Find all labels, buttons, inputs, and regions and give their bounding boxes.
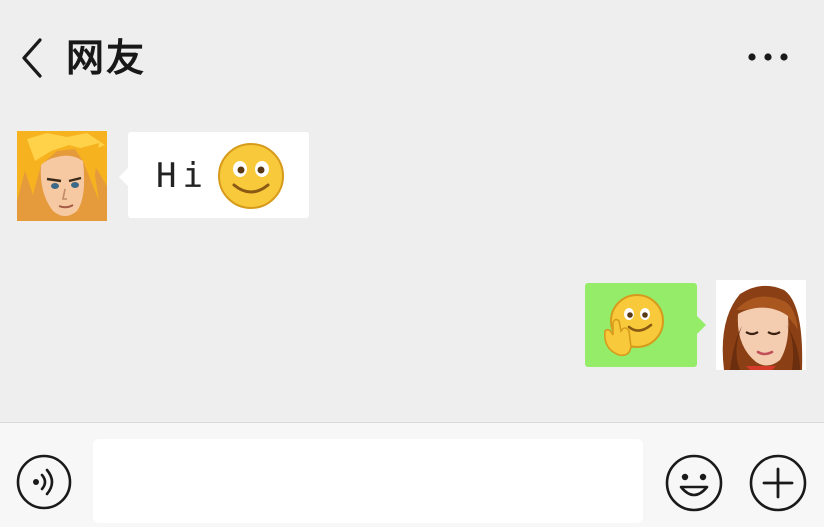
smile-emoji	[218, 143, 284, 209]
input-bar	[0, 422, 824, 527]
voice-button[interactable]	[15, 453, 73, 511]
avatar[interactable]	[17, 131, 107, 221]
plus-circle-icon	[749, 454, 807, 512]
avatar[interactable]	[716, 280, 806, 370]
received-message-bubble[interactable]: Hi	[119, 132, 309, 218]
more-button[interactable]	[744, 42, 792, 72]
chat-area: 网友 Hi	[0, 0, 824, 422]
back-button[interactable]	[18, 36, 50, 80]
male-cartoon-avatar	[17, 131, 107, 221]
more-dots-icon	[748, 53, 788, 61]
more-functions-button[interactable]	[748, 453, 808, 513]
sent-message-bubble[interactable]	[585, 283, 706, 367]
emoji-button[interactable]	[664, 453, 724, 513]
thinking-hand-emoji	[603, 294, 664, 357]
message-text: Hi	[156, 156, 209, 196]
chat-header: 网友	[0, 0, 824, 110]
emoji-face-icon	[665, 454, 723, 512]
chevron-left-icon	[22, 38, 42, 78]
female-cartoon-avatar	[716, 280, 806, 370]
chat-title: 网友	[66, 36, 147, 80]
message-input[interactable]	[93, 439, 643, 523]
voice-icon	[16, 454, 72, 510]
